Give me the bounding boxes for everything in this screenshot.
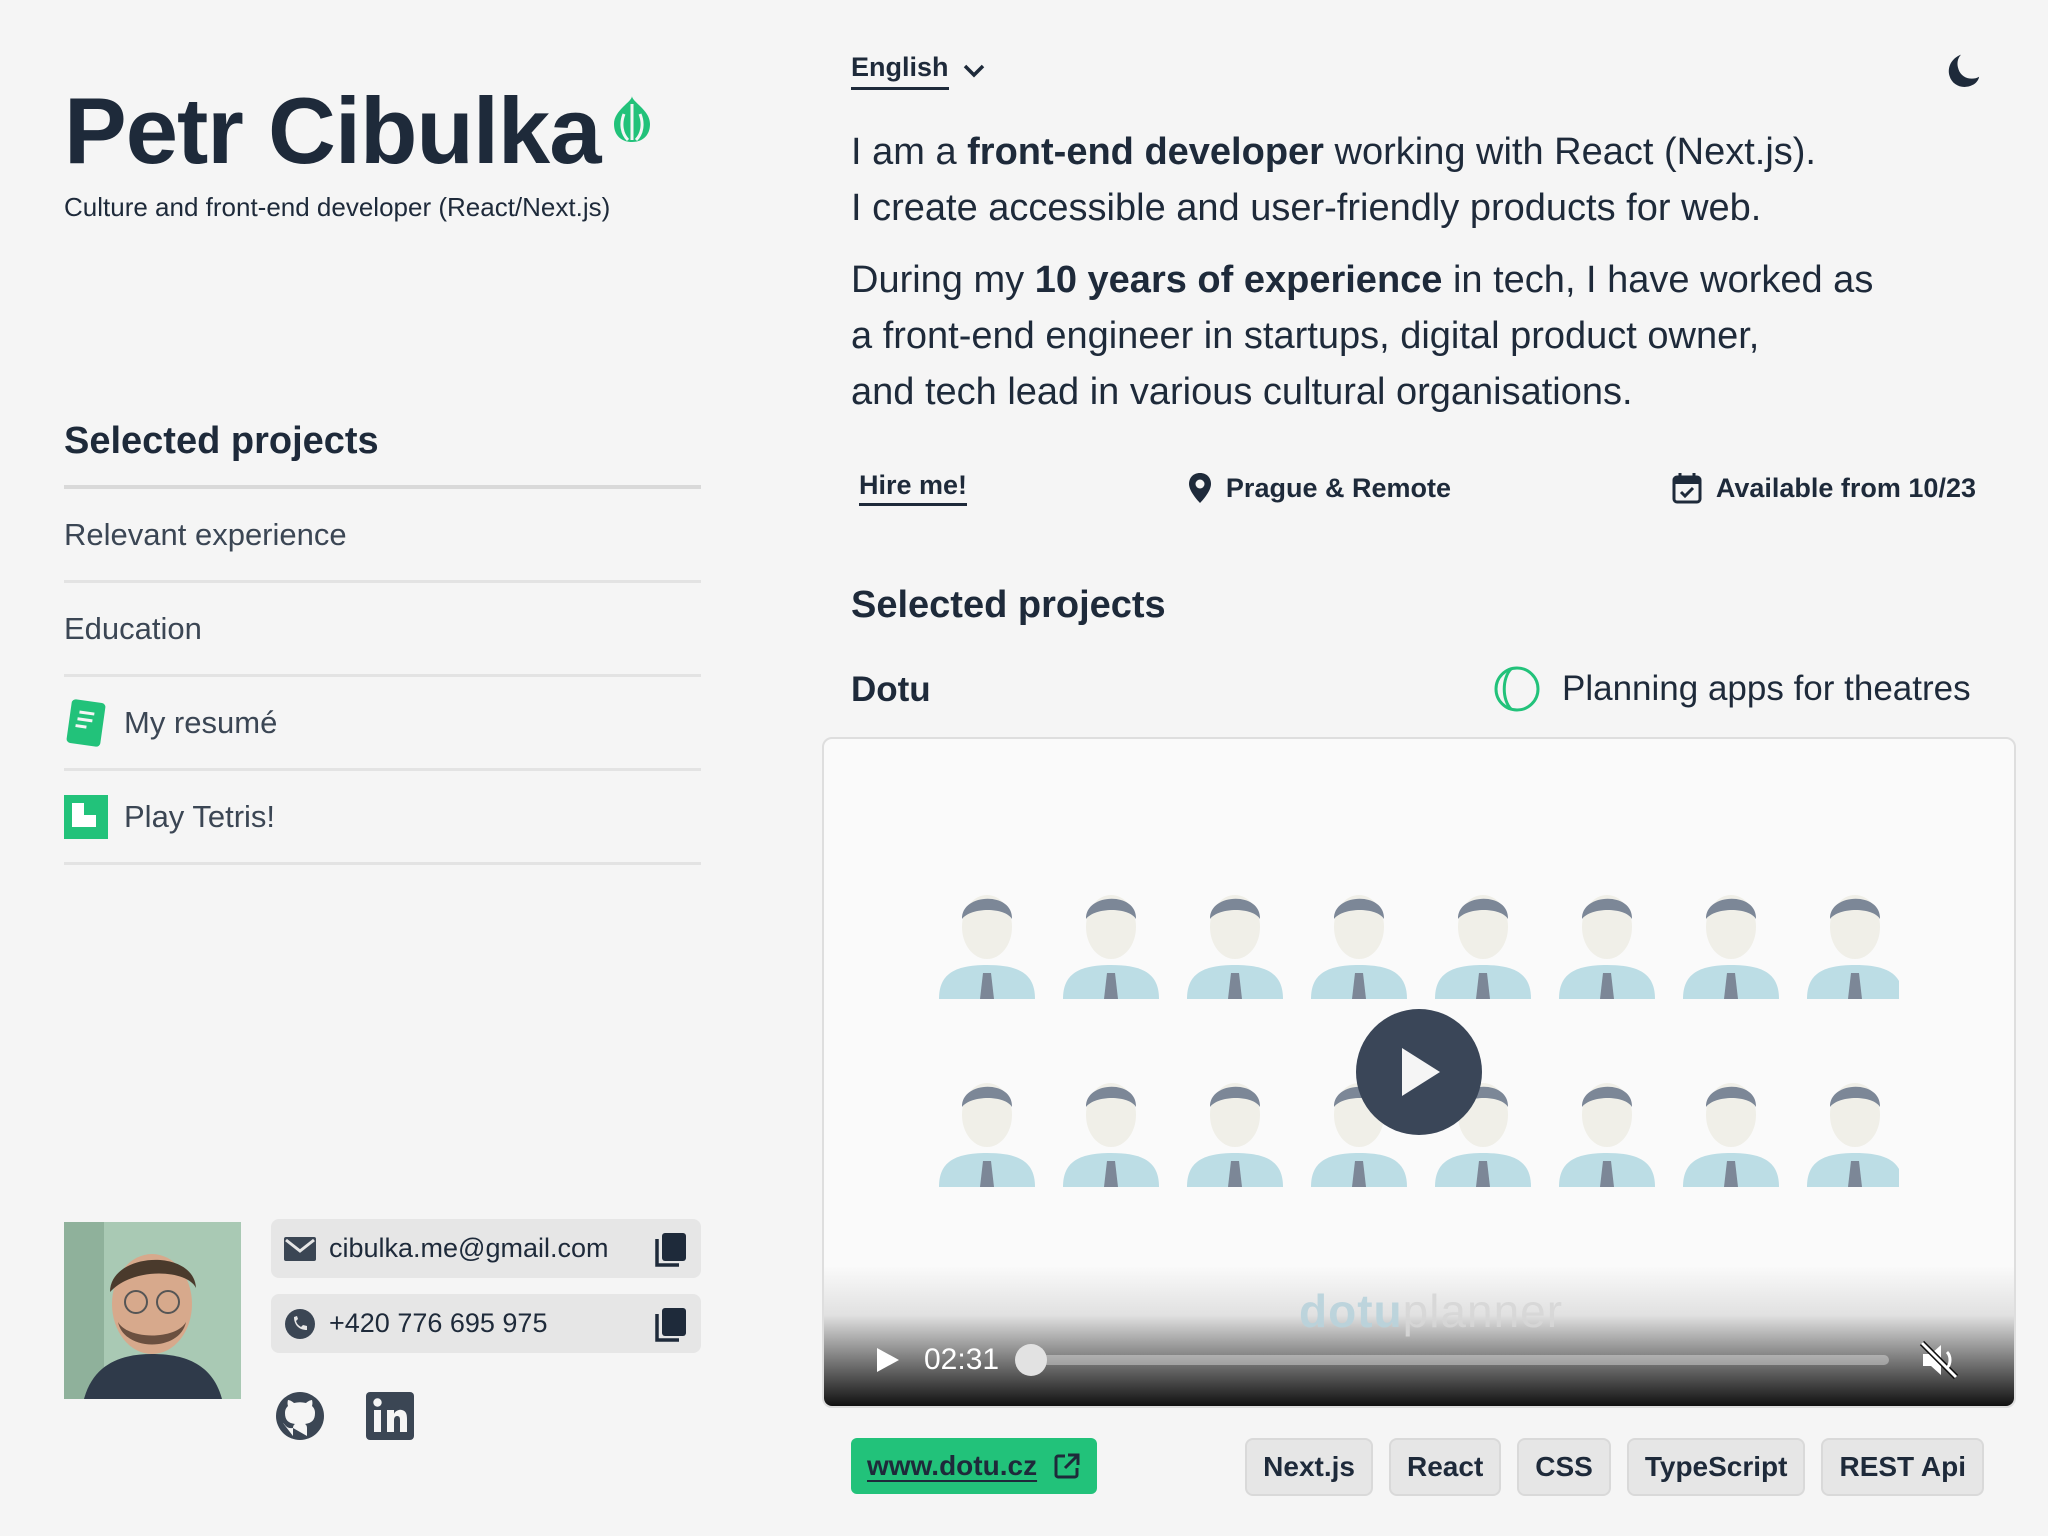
sidebar-item-label: Play Tetris! [124, 798, 276, 834]
play-overlay-button[interactable] [1356, 1009, 1482, 1135]
email-text[interactable]: cibulka.me@gmail.com [329, 1233, 653, 1264]
availability-text: Available from 10/23 [1715, 472, 1976, 503]
video-brand-watermark: dotuplanner [1299, 1284, 1563, 1338]
language-select[interactable]: English [851, 52, 985, 90]
sidebar-item-resume[interactable]: My resumé [64, 677, 701, 771]
intro-text-segment: I create accessible and user-friendly pr… [851, 187, 1762, 229]
sidebar-item-education[interactable]: Education [64, 583, 701, 677]
sidebar-item-label: My resumé [124, 704, 278, 740]
theatre-icon [1494, 666, 1540, 712]
sidebar-item-tetris[interactable]: Play Tetris! [64, 771, 701, 865]
project-name: Dotu [851, 670, 931, 709]
tech-tag: React [1389, 1438, 1502, 1496]
calendar-icon [1672, 473, 1702, 504]
intro-paragraph-2: During my 10 years of experience in tech… [851, 252, 1873, 420]
moon-icon[interactable] [1940, 52, 1980, 92]
location-text: Prague & Remote [1225, 472, 1451, 503]
project-website-link[interactable]: www.dotu.cz [867, 1450, 1037, 1482]
github-icon[interactable] [274, 1390, 326, 1442]
phone-text[interactable]: +420 776 695 975 [329, 1308, 653, 1339]
sidebar-item-label: Education [64, 610, 202, 646]
tetris-icon [64, 794, 108, 839]
intro-text-segment: and tech lead in various cultural organi… [851, 371, 1633, 413]
tech-tag: Next.js [1245, 1438, 1373, 1496]
intro-text: I am a front-end developer working with … [851, 124, 1873, 436]
video-controls: 02:31 [824, 1332, 2014, 1388]
language-label: English [851, 52, 949, 90]
tech-tag: TypeScript [1626, 1438, 1806, 1496]
projects-heading: Selected projects [851, 584, 1166, 626]
avatar [64, 1222, 241, 1399]
onion-icon [614, 96, 650, 142]
seek-handle[interactable] [1015, 1344, 1048, 1376]
video-player[interactable]: dotuplanner 02:31 [822, 737, 2016, 1408]
play-button[interactable] [872, 1345, 902, 1375]
sidebar-item-experience[interactable]: Relevant experience [64, 489, 701, 583]
project-category-label: Planning apps for theatres [1562, 669, 1971, 708]
mail-icon [283, 1236, 317, 1262]
sidebar-item-label: Relevant experience [64, 516, 347, 552]
intro-text-segment: in tech, I have worked as [1442, 259, 1874, 301]
video-time: 02:31 [924, 1343, 1000, 1376]
copy-phone-button[interactable] [653, 1306, 689, 1342]
mute-icon[interactable] [1919, 1340, 1959, 1380]
whatsapp-icon [283, 1307, 317, 1341]
sidebar-heading[interactable]: Selected projects [64, 420, 701, 489]
email-contact: cibulka.me@gmail.com [271, 1219, 701, 1278]
location-fact: Prague & Remote [1188, 472, 1451, 504]
phone-contact: +420 776 695 975 [271, 1294, 701, 1353]
page-title: Petr Cibulka [64, 78, 601, 183]
location-pin-icon [1188, 473, 1211, 503]
brand-part: dotu [1299, 1285, 1403, 1337]
subtitle: Culture and front-end developer (React/N… [64, 192, 611, 222]
tech-tag: REST Api [1821, 1438, 1984, 1496]
facts-row: Hire me! Prague & Remote Available from … [859, 470, 1976, 506]
intro-text-segment: working with React (Next.js). [1323, 131, 1816, 173]
project-website-button[interactable]: www.dotu.cz [851, 1438, 1098, 1494]
brand-part: planner [1402, 1285, 1564, 1337]
chevron-down-icon [963, 64, 984, 78]
sidebar-nav: Selected projects Relevant experience Ed… [64, 420, 701, 865]
document-icon [64, 698, 108, 747]
tech-tag: CSS [1517, 1438, 1611, 1496]
external-link-icon [1054, 1453, 1080, 1479]
play-icon [1402, 1048, 1440, 1096]
intro-text-segment: a front-end engineer in startups, digita… [851, 315, 1760, 357]
copy-email-button[interactable] [653, 1231, 689, 1267]
intro-highlight: front-end developer [967, 131, 1324, 173]
linkedin-icon[interactable] [364, 1390, 416, 1442]
tech-tags: Next.js React CSS TypeScript REST Api [1245, 1438, 1984, 1496]
hire-me-link[interactable]: Hire me! [859, 470, 968, 506]
video-seek-bar[interactable] [1015, 1344, 1890, 1376]
intro-paragraph-1: I am a front-end developer working with … [851, 124, 1873, 236]
availability-fact: Available from 10/23 [1672, 472, 1976, 504]
intro-highlight: 10 years of experience [1034, 259, 1443, 301]
intro-text-segment: I am a [851, 131, 968, 173]
project-category: Planning apps for theatres [1494, 666, 1971, 712]
intro-text-segment: During my [851, 259, 1035, 301]
